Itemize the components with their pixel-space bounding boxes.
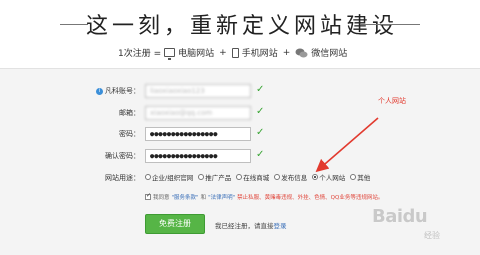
usage-option-other[interactable]: 其他 bbox=[350, 172, 370, 182]
header: 这一刻，重新定义网站建设 1次注册 = 电脑网站 + 手机网站 + 微信网站 bbox=[0, 0, 480, 68]
usage-option-label: 发布信息 bbox=[281, 174, 308, 182]
usage-label: 网站用途： bbox=[105, 174, 140, 182]
usage-option-label: 推广产品 bbox=[205, 174, 232, 182]
email-field[interactable]: xiaoxiao@qq.com bbox=[145, 106, 251, 120]
usage-option-label: 个人网站 bbox=[319, 174, 346, 182]
registration-benefits: 1次注册 = 电脑网站 + 手机网站 + 微信网站 bbox=[118, 46, 348, 60]
usage-option-shop[interactable]: 在线商城 bbox=[236, 172, 269, 182]
login-link[interactable]: 登录 bbox=[274, 222, 287, 230]
slogan-divider-right bbox=[360, 24, 420, 25]
username-field[interactable]: liaoxiaoxiao123 bbox=[145, 84, 251, 98]
step-mobile-label: 手机网站 bbox=[241, 49, 278, 59]
radio-button[interactable] bbox=[350, 174, 357, 180]
step-wechat-label: 微信网站 bbox=[311, 49, 348, 59]
usage-option-promote[interactable]: 推广产品 bbox=[198, 172, 231, 182]
confirm-password-label: 确认密码： bbox=[105, 152, 140, 160]
agreement-row: 我同意 "服务条款" 和 "法律声明" 禁止私服、黄赌毒违规、外挂、色情、QQ业… bbox=[145, 192, 384, 201]
radio-button[interactable] bbox=[198, 174, 205, 180]
steps-prefix: 1次注册 = bbox=[118, 49, 162, 59]
usage-option-publish[interactable]: 发布信息 bbox=[274, 172, 307, 182]
agreement-prefix: 我同意 bbox=[153, 195, 170, 201]
username-valid-check-icon: ✓ bbox=[256, 84, 265, 95]
login-hint-text: 我已经注册，请直接 bbox=[215, 222, 274, 230]
login-hint: 我已经注册，请直接登录 bbox=[215, 220, 287, 230]
password-valid-check-icon: ✓ bbox=[256, 127, 265, 138]
info-icon: i bbox=[96, 87, 103, 95]
agreement-warning: 禁止私服、黄赌毒违规、外挂、色情、QQ业务等违规网站。 bbox=[237, 195, 384, 201]
page-slogan: 这一刻，重新定义网站建设 bbox=[86, 14, 399, 39]
desktop-monitor-icon bbox=[164, 48, 176, 60]
plus-sign: + bbox=[219, 47, 227, 58]
baidu-logo-icon: Baidu bbox=[372, 206, 428, 227]
usage-radio-group: 企业/组织官网 推广产品 在线商城 发布信息 个人网站 其他 bbox=[145, 172, 373, 182]
username-label: i 凡科账号： bbox=[96, 83, 140, 99]
agreement-and: 和 bbox=[200, 195, 207, 201]
service-terms-link[interactable]: "服务条款" bbox=[172, 193, 199, 201]
usage-option-label: 企业/组织官网 bbox=[152, 174, 194, 182]
baidu-jingyan-watermark: Baidu 经验 bbox=[372, 206, 480, 250]
usage-option-label: 其他 bbox=[357, 174, 371, 182]
usage-option-enterprise[interactable]: 企业/组织官网 bbox=[145, 172, 193, 182]
annotation-label: 个人网站 bbox=[378, 97, 406, 105]
mobile-phone-icon bbox=[231, 47, 239, 58]
confirm-password-field[interactable]: ●●●●●●●●●●●●●●●● bbox=[145, 149, 251, 163]
step-pc-label: 电脑网站 bbox=[178, 49, 215, 59]
radio-button[interactable] bbox=[236, 174, 243, 180]
slogan-divider-left bbox=[60, 24, 88, 25]
watermark-subtitle: 经验 bbox=[424, 231, 440, 240]
password-label: 密码： bbox=[119, 130, 140, 138]
usage-option-label: 在线商城 bbox=[243, 174, 270, 182]
radio-button-selected[interactable] bbox=[312, 174, 319, 180]
password-field[interactable]: ●●●●●●●●●●●●●●●● bbox=[145, 127, 251, 141]
agreement-checkbox[interactable] bbox=[145, 192, 151, 200]
radio-button[interactable] bbox=[274, 174, 281, 180]
wechat-icon bbox=[295, 48, 308, 57]
email-valid-check-icon: ✓ bbox=[256, 106, 265, 117]
email-label: 邮箱： bbox=[119, 109, 140, 117]
username-label-text: 凡科账号： bbox=[105, 87, 140, 95]
usage-option-personal[interactable]: 个人网站 bbox=[312, 172, 345, 182]
radio-button[interactable] bbox=[145, 174, 151, 180]
plus-sign: + bbox=[282, 47, 291, 58]
legal-statement-link[interactable]: "法律声明" bbox=[208, 193, 235, 201]
register-button[interactable]: 免费注册 bbox=[145, 214, 205, 234]
confirm-password-valid-check-icon: ✓ bbox=[256, 149, 265, 160]
